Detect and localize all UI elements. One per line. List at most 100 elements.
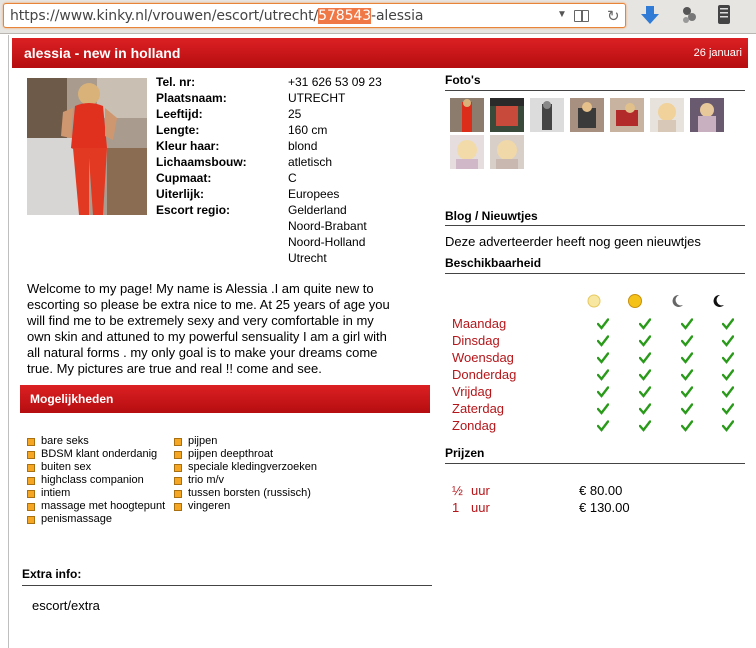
availability-title: Beschikbaarheid xyxy=(445,256,542,270)
check-icon xyxy=(681,335,693,347)
check-icon xyxy=(722,369,734,381)
attr-label: Lengte: xyxy=(156,123,200,137)
blog-title: Blog / Nieuwtjes xyxy=(445,209,538,223)
address-bar[interactable]: https://www.kinky.nl/vrouwen/escort/utre… xyxy=(3,3,626,28)
check-icon xyxy=(597,403,609,415)
page-content: alessia - new in holland 26 januari Tel.… xyxy=(0,35,756,648)
prices-title: Prijzen xyxy=(445,446,485,460)
reload-icon[interactable]: ↻ xyxy=(607,7,620,25)
profile-date: 26 januari xyxy=(693,47,742,59)
photos-title: Foto's xyxy=(445,73,481,87)
day-label: Donderdag xyxy=(452,367,517,382)
attr-value: Gelderland xyxy=(288,203,347,217)
mogelijkheden-list-right: pijpen pijpen deepthroat speciale kledin… xyxy=(174,435,317,513)
attr-value: blond xyxy=(288,139,318,153)
thumbnail[interactable] xyxy=(610,98,644,132)
check-icon xyxy=(639,335,651,347)
url-text: https://www.kinky.nl/vrouwen/escort/utre… xyxy=(10,8,424,24)
list-item: speciale kledingverzoeken xyxy=(174,461,317,474)
moon-night-icon xyxy=(713,294,724,307)
attr-value: C xyxy=(288,171,297,185)
list-item: tussen borsten (russisch) xyxy=(174,487,317,500)
list-item: vingeren xyxy=(174,500,317,513)
check-icon xyxy=(722,386,734,398)
url-selection: 578543 xyxy=(318,8,371,24)
check-icon xyxy=(681,420,693,432)
divider xyxy=(445,225,745,226)
price-amount: ½ xyxy=(452,483,463,498)
bullet-icon xyxy=(27,437,35,446)
attr-row: Kleur haar: blond xyxy=(156,138,408,154)
bullet-icon xyxy=(27,489,35,498)
day-label: Maandag xyxy=(452,316,507,331)
thumbnail[interactable] xyxy=(490,135,524,169)
thumbnail[interactable] xyxy=(450,135,484,169)
bullet-icon xyxy=(174,489,182,498)
price-amount: 1 xyxy=(452,500,460,515)
profile-title: alessia - new in holland xyxy=(24,45,181,61)
thumbnail[interactable] xyxy=(690,98,724,132)
attr-value: 160 cm xyxy=(288,123,328,137)
divider xyxy=(445,463,745,464)
extra-info-title: Extra info: xyxy=(22,567,82,581)
check-icon xyxy=(681,352,693,364)
check-icon xyxy=(722,352,734,364)
attr-row: Noord-Holland xyxy=(156,234,408,250)
bullet-icon xyxy=(27,450,35,459)
mogelijkheden-title: Mogelijkheden xyxy=(30,392,114,406)
check-icon xyxy=(597,352,609,364)
check-icon xyxy=(639,369,651,381)
attr-value: 25 xyxy=(288,107,302,121)
check-icon xyxy=(722,335,734,347)
profile-photo[interactable] xyxy=(27,78,147,215)
price-value: € 130.00 xyxy=(579,500,630,515)
check-icon xyxy=(639,386,651,398)
notes-icon[interactable] xyxy=(717,4,731,25)
list-item: BDSM klant onderdanig xyxy=(27,448,165,461)
bullet-icon xyxy=(174,502,182,511)
attr-label: Lichaamsbouw: xyxy=(156,155,247,169)
attr-row: Lengte: 160 cm xyxy=(156,122,408,138)
check-icon xyxy=(597,420,609,432)
day-label: Vrijdag xyxy=(452,384,492,399)
attr-row: Noord-Brabant xyxy=(156,218,408,234)
check-icon xyxy=(597,335,609,347)
thumbnail[interactable] xyxy=(650,98,684,132)
thumbnail[interactable] xyxy=(450,98,484,132)
thumbnail[interactable] xyxy=(530,98,564,132)
list-item: bare seks xyxy=(27,435,165,448)
profile-attributes: Tel. nr: +31 626 53 09 23 Plaatsnaam: UTRE… xyxy=(156,74,408,266)
url-history-dropdown-icon[interactable]: ▼ xyxy=(557,9,567,20)
list-item: pijpen xyxy=(174,435,317,448)
divider xyxy=(445,273,745,274)
thumbnail[interactable] xyxy=(570,98,604,132)
region-value: Noord-Holland xyxy=(288,235,366,249)
attr-value: UTRECHT xyxy=(288,91,346,105)
reader-view-icon[interactable] xyxy=(574,10,589,22)
moon-evening-icon xyxy=(672,294,683,307)
download-icon[interactable] xyxy=(640,4,660,26)
check-icon xyxy=(681,403,693,415)
extension-icon[interactable] xyxy=(680,5,698,25)
attr-value: +31 626 53 09 23 xyxy=(288,75,382,89)
region-value: Utrecht xyxy=(288,251,327,265)
bullet-icon xyxy=(27,515,35,524)
attr-value: atletisch xyxy=(288,155,333,169)
day-label: Woensdag xyxy=(452,350,514,365)
attr-row: Utrecht xyxy=(156,250,408,266)
attr-label: Escort regio: xyxy=(156,203,231,217)
price-value: € 80.00 xyxy=(579,483,623,498)
bullet-icon xyxy=(174,450,182,459)
mogelijkheden-list-left: bare seks BDSM klant onderdanig buiten s… xyxy=(27,435,165,526)
profile-description: Welcome to my page! My name is Alessia .… xyxy=(27,281,390,376)
blog-text: Deze adverteerder heeft nog geen nieuwtj… xyxy=(445,234,701,249)
bullet-icon xyxy=(174,476,182,485)
day-label: Dinsdag xyxy=(452,333,500,348)
check-icon xyxy=(722,403,734,415)
attr-label: Kleur haar: xyxy=(156,139,220,153)
thumbnail[interactable] xyxy=(490,98,524,132)
attr-row: Escort regio: Gelderland xyxy=(156,202,408,218)
attr-row: Tel. nr: +31 626 53 09 23 xyxy=(156,74,408,90)
attr-row: Leeftijd: 25 xyxy=(156,106,408,122)
sun-afternoon-icon xyxy=(628,294,642,308)
